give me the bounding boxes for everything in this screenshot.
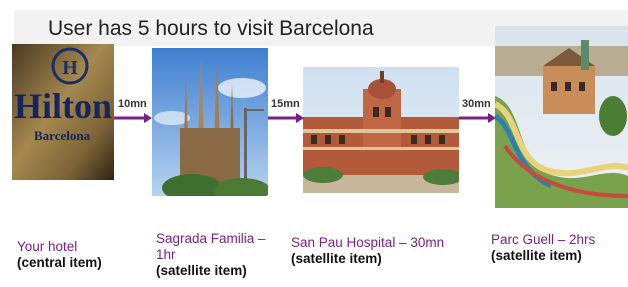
- item-name: Sagrada Familia –: [156, 231, 266, 246]
- arrow-sanpau-to-guell: [459, 112, 496, 124]
- arrow-sagrada-to-sanpau: [268, 112, 304, 124]
- item-role: (central item): [17, 255, 102, 270]
- item-name: Parc Guell – 2hrs: [491, 232, 596, 247]
- caption-sanpau: San Pau Hospital – 30mn (satellite item): [291, 235, 444, 267]
- item-role: (satellite item): [491, 248, 582, 263]
- caption-sagrada: Sagrada Familia – 1hr (satellite item): [156, 231, 266, 279]
- item-role: (satellite item): [156, 263, 247, 278]
- sagrada-familia-photo: [152, 48, 268, 196]
- caption-guell: Parc Guell – 2hrs (satellite item): [491, 232, 595, 264]
- page-title: User has 5 hours to visit Barcelona: [48, 17, 374, 40]
- caption-hotel: Your hotel (central item): [17, 239, 102, 271]
- svg-text:H: H: [62, 57, 78, 79]
- parc-guell-photo: [495, 26, 628, 208]
- arrow-hotel-to-sagrada: [114, 112, 152, 124]
- hotel-photo: H Hilton Barcelona: [12, 44, 114, 180]
- travel-time-label: 10mn: [118, 98, 147, 110]
- san-pau-hospital-photo: [303, 67, 459, 193]
- travel-time-label: 30mn: [462, 98, 491, 110]
- travel-time-label: 15mn: [271, 98, 300, 110]
- item-name: San Pau Hospital – 30mn: [291, 235, 445, 250]
- item-role: (satellite item): [291, 251, 382, 266]
- item-name: Your hotel: [17, 239, 78, 254]
- item-name: 1hr: [156, 247, 176, 262]
- hotel-logo-subtext: Barcelona: [34, 128, 91, 143]
- hotel-logo-text: Hilton: [14, 86, 112, 126]
